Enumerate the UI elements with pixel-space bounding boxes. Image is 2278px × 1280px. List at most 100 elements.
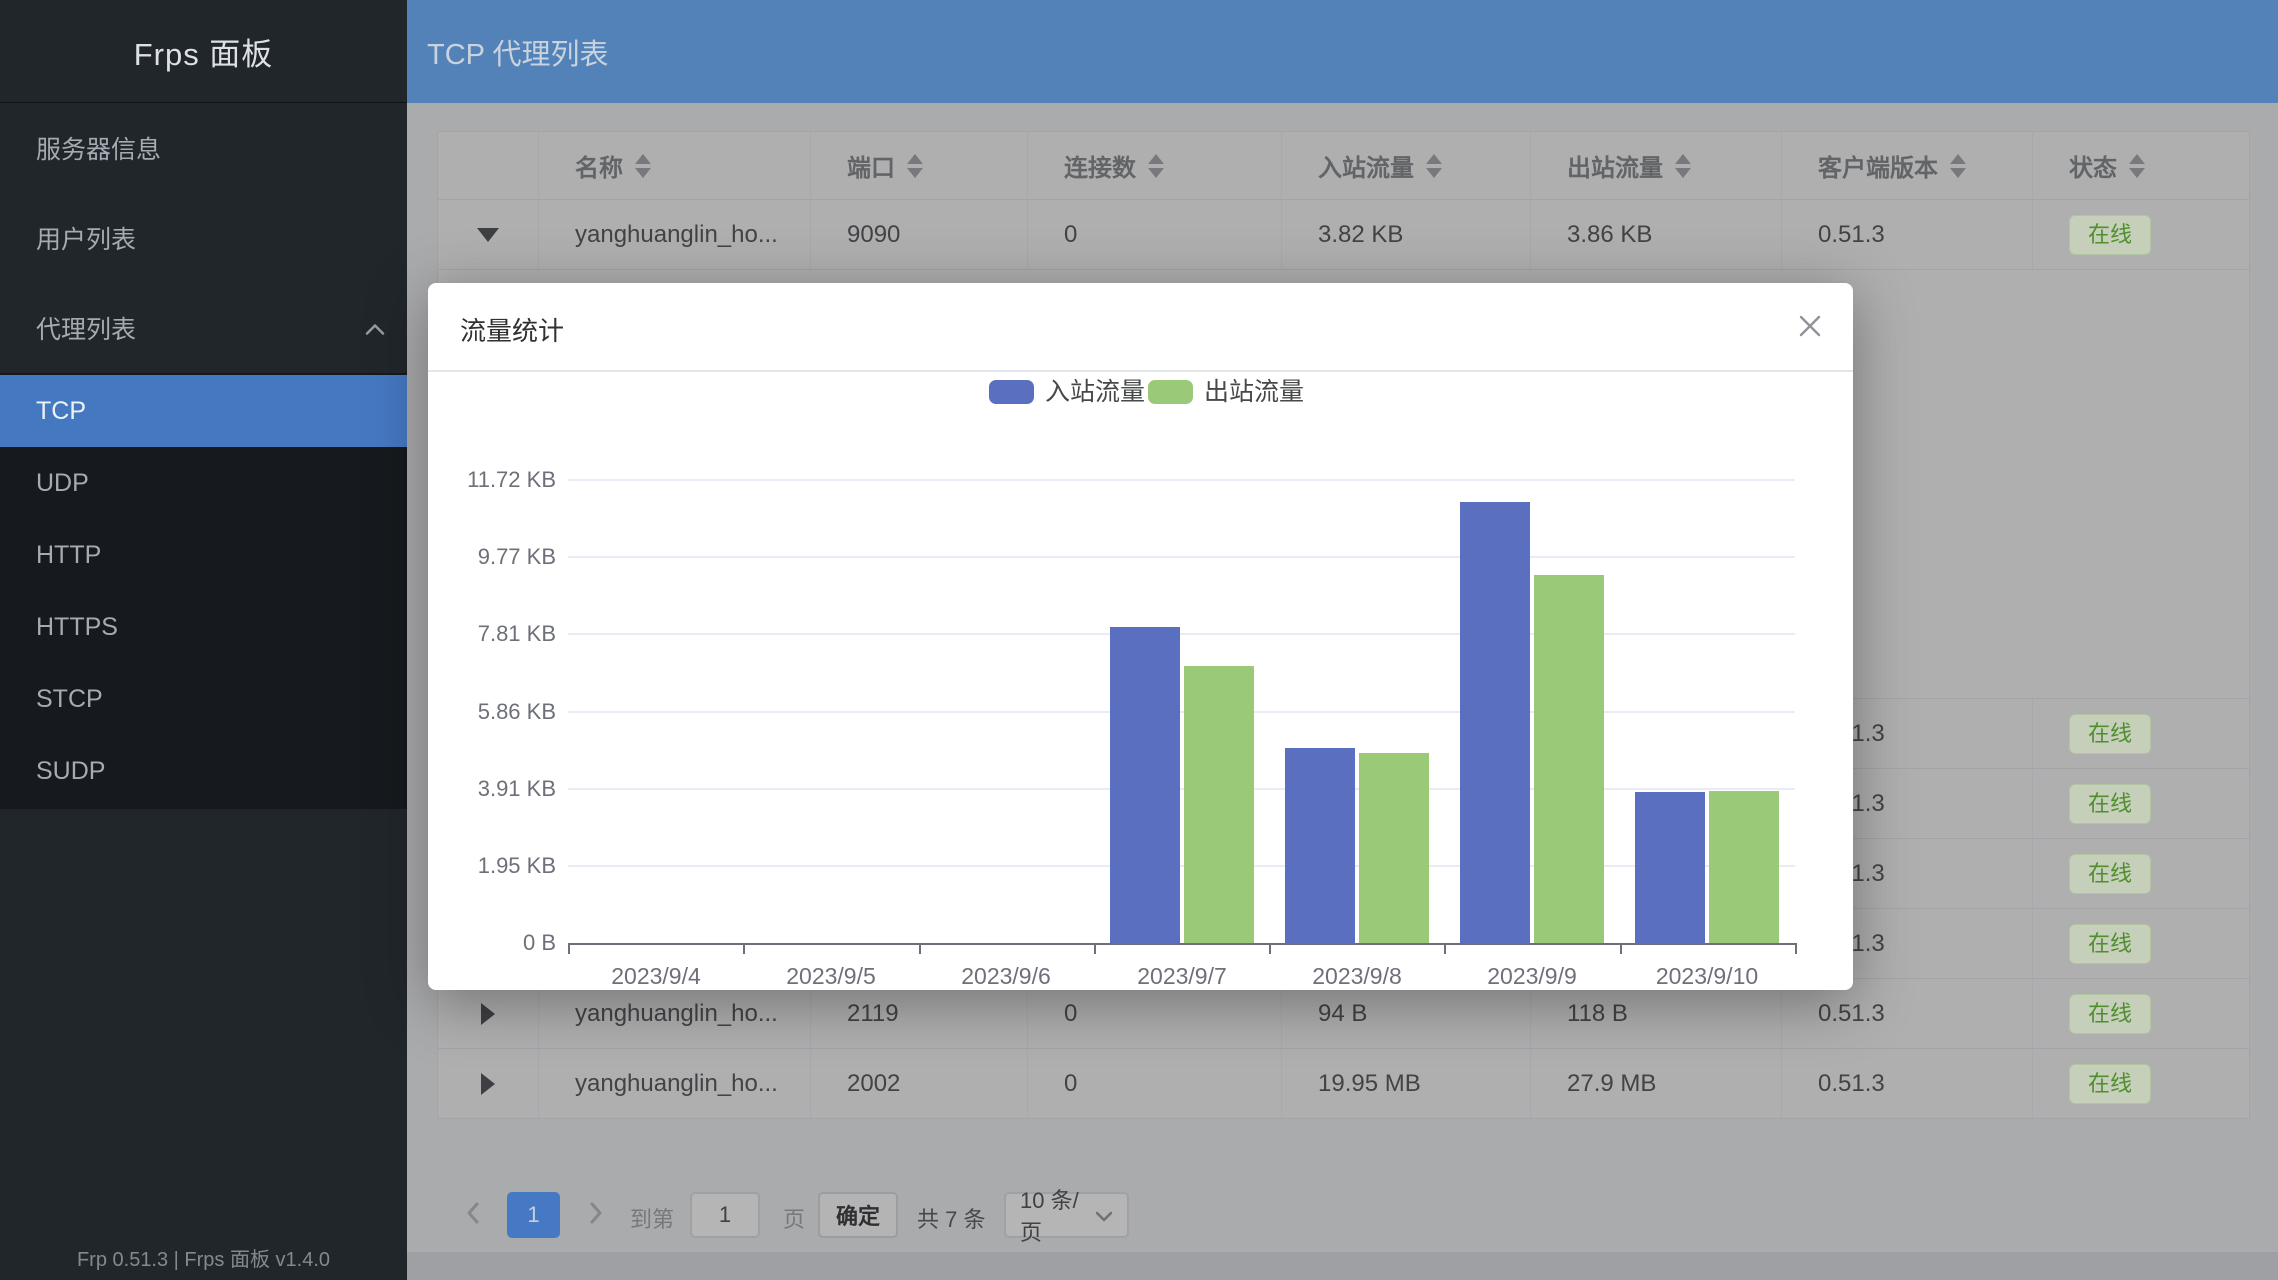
gridline: [568, 865, 1795, 867]
x-axis-tick: [1795, 945, 1797, 954]
status-cell: 在线: [2033, 839, 2251, 908]
sidebar-subitem-https[interactable]: HTTPS: [0, 591, 407, 663]
column-header[interactable]: 入站流量: [1282, 132, 1531, 199]
status-badge: 在线: [2069, 1064, 2151, 1104]
sort-caret-icon[interactable]: [635, 154, 651, 178]
pagination-goto-input[interactable]: 1: [690, 1192, 760, 1238]
bar-outbound-2023/9/7[interactable]: [1184, 666, 1254, 943]
column-header-label: 端口: [847, 148, 895, 183]
status-cell: 在线: [2033, 909, 2251, 978]
gridline: [568, 479, 1795, 481]
sidebar-subitem-http[interactable]: HTTP: [0, 519, 407, 591]
x-axis-tick: [1094, 945, 1096, 954]
pagination-next-button[interactable]: [585, 1198, 607, 1234]
x-axis-tick-label: 2023/9/6: [918, 961, 1094, 991]
sidebar-subitem-udp[interactable]: UDP: [0, 447, 407, 519]
legend-swatch-outbound[interactable]: [1148, 380, 1193, 404]
sort-caret-icon[interactable]: [1675, 154, 1691, 178]
name-cell: yanghuanglin_ho...: [539, 1049, 811, 1118]
sort-caret-icon[interactable]: [2129, 154, 2145, 178]
sidebar-item-proxy-list[interactable]: 代理列表: [0, 283, 407, 373]
sidebar-subitem-label: STCP: [36, 685, 103, 714]
sidebar-item-label: 用户列表: [36, 220, 136, 256]
port-cell: 9090: [811, 200, 1028, 269]
y-axis-tick-label: 11.72 KB: [428, 465, 556, 495]
column-header[interactable]: 状态: [2033, 132, 2251, 199]
traffic-bar-chart: 入站流量出站流量0 B1.95 KB3.91 KB5.86 KB7.81 KB9…: [428, 372, 1853, 990]
bar-inbound-2023/9/7[interactable]: [1110, 627, 1180, 943]
page-size-value: 10 条/页: [1020, 1183, 1095, 1247]
sidebar-submenu: TCPUDP HTTP HTTPS STCP SUDP: [0, 373, 407, 809]
expand-arrow-down-icon: [477, 228, 499, 242]
bar-outbound-2023/9/8[interactable]: [1359, 753, 1429, 943]
sidebar-version-text: Frp 0.51.3 | Frps 面板 v1.4.0: [0, 1243, 407, 1272]
expand-column-header: [438, 132, 539, 199]
column-header[interactable]: 连接数: [1028, 132, 1282, 199]
x-axis-tick-label: 2023/9/9: [1444, 961, 1620, 991]
legend-label[interactable]: 出站流量: [1204, 377, 1304, 407]
sort-caret-icon[interactable]: [1148, 154, 1164, 178]
page-title: TCP 代理列表: [427, 31, 609, 73]
chevron-down-icon: [1095, 1202, 1113, 1228]
chevron-up-icon: [365, 314, 385, 343]
status-cell: 在线: [2033, 769, 2251, 838]
pagination-page-size-select[interactable]: 10 条/页: [1004, 1192, 1129, 1238]
sidebar-item-server-info[interactable]: 服务器信息: [0, 103, 407, 193]
legend-label[interactable]: 入站流量: [1045, 377, 1145, 407]
gridline: [568, 788, 1795, 790]
traffic_out-cell: 27.9 MB: [1531, 1049, 1782, 1118]
version-cell: 0.51.3: [1782, 200, 2033, 269]
bar-inbound-2023/9/10[interactable]: [1635, 792, 1705, 943]
sidebar: Frps 面板 服务器信息 用户列表 代理列表 TCPUDPHTTPHTTPSS…: [0, 0, 407, 1280]
sidebar-item-label: 服务器信息: [36, 130, 161, 166]
legend-swatch-inbound[interactable]: [989, 380, 1034, 404]
status-badge: 在线: [2069, 854, 2151, 894]
connections-cell: 0: [1028, 200, 1282, 269]
column-header[interactable]: 名称: [539, 132, 811, 199]
expand-arrow-right-icon: [481, 1003, 495, 1025]
x-axis-line: [568, 943, 1797, 945]
column-header[interactable]: 客户端版本: [1782, 132, 2033, 199]
connections-cell: 0: [1028, 1049, 1282, 1118]
column-header[interactable]: 出站流量: [1531, 132, 1782, 199]
sidebar-subitem-tcp[interactable]: TCP: [0, 375, 407, 447]
x-axis-tick: [1444, 945, 1446, 954]
status-badge: 在线: [2069, 784, 2151, 824]
status-cell: 在线: [2033, 979, 2251, 1048]
status-cell: 在线: [2033, 1049, 2251, 1118]
sidebar-item-label: 代理列表: [36, 310, 136, 346]
sort-caret-icon[interactable]: [1950, 154, 1966, 178]
pagination-total-label: 共 7 条: [917, 1202, 985, 1234]
y-axis-tick-label: 3.91 KB: [428, 774, 556, 804]
y-axis-tick-label: 0 B: [428, 928, 556, 958]
sidebar-subitem-sudp[interactable]: SUDP: [0, 735, 407, 807]
sidebar-subitem-stcp[interactable]: STCP: [0, 663, 407, 735]
sort-caret-icon[interactable]: [907, 154, 923, 178]
sidebar-subitem-label: SUDP: [36, 757, 105, 786]
page: Frps 面板 服务器信息 用户列表 代理列表 TCPUDPHTTPHTTPSS…: [0, 0, 2278, 1280]
column-header[interactable]: 端口: [811, 132, 1028, 199]
sort-caret-icon[interactable]: [1426, 154, 1442, 178]
traffic_in-cell: 3.82 KB: [1282, 200, 1531, 269]
expand-arrow-right-icon: [481, 1073, 495, 1095]
pagination-goto-unit: 页: [783, 1202, 805, 1234]
version-cell: 0.51.3: [1782, 1049, 2033, 1118]
table-header-row: 名称 端口 连接数入站流量出站流量客户端版本状态: [438, 132, 2249, 200]
bar-inbound-2023/9/9[interactable]: [1460, 502, 1530, 943]
pagination-page-1[interactable]: 1: [507, 1192, 560, 1238]
pagination-confirm-button[interactable]: 确定: [818, 1192, 898, 1238]
sidebar-item-user-list[interactable]: 用户列表: [0, 193, 407, 283]
bar-outbound-2023/9/9[interactable]: [1534, 575, 1604, 943]
close-icon[interactable]: [1793, 309, 1827, 343]
gridline: [568, 711, 1795, 713]
bar-inbound-2023/9/8[interactable]: [1285, 748, 1355, 943]
status-cell: 在线: [2033, 699, 2251, 768]
x-axis-tick: [743, 945, 745, 954]
port-cell: 2002: [811, 1049, 1028, 1118]
bar-outbound-2023/9/10[interactable]: [1709, 791, 1779, 943]
expand-toggle[interactable]: [438, 1049, 539, 1118]
pagination-prev-button[interactable]: [462, 1198, 484, 1234]
expand-toggle[interactable]: [438, 200, 539, 269]
sidebar-subitem-label: HTTP: [36, 541, 101, 570]
x-axis-tick: [1620, 945, 1622, 954]
